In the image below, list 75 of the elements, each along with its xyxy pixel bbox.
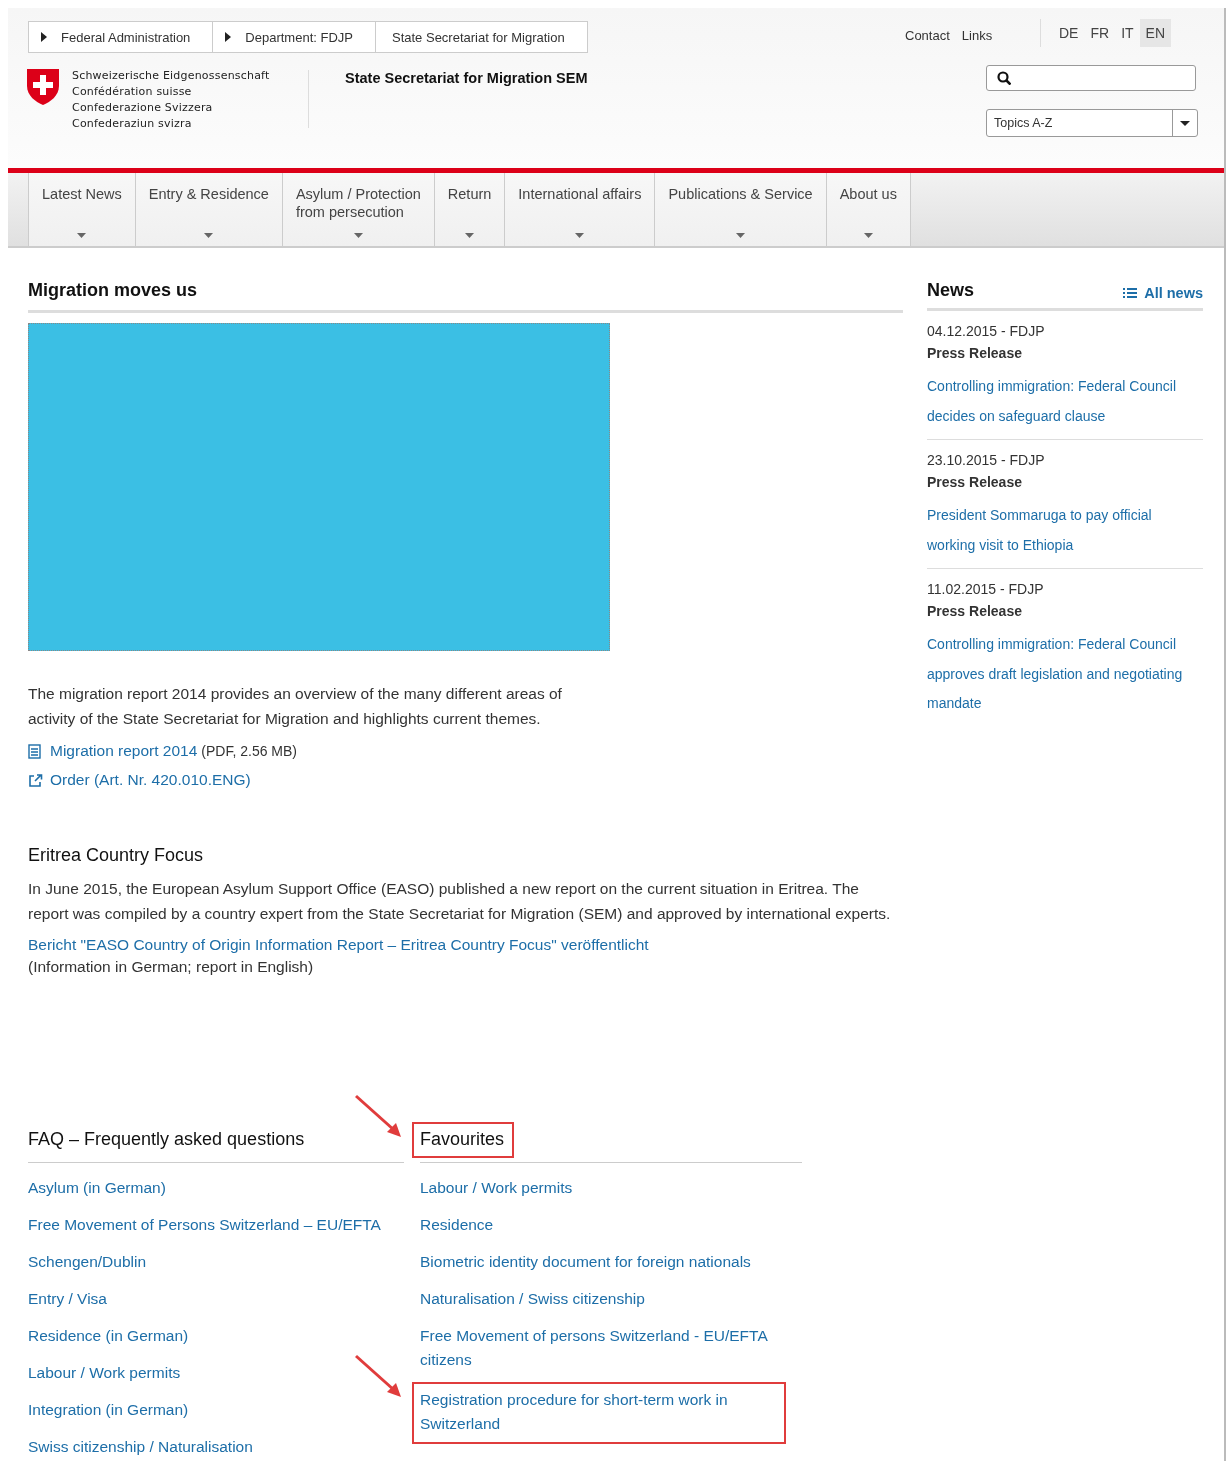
nav-menu-item[interactable]: Publications & Service: [654, 173, 826, 246]
news-type: Press Release: [927, 602, 1023, 621]
section-heading: News: [927, 280, 975, 301]
report-note: (Information in German; report in English): [28, 957, 315, 977]
language-link[interactable]: FR: [1084, 19, 1116, 47]
annotation-arrow: [354, 1354, 402, 1399]
caret-icon: [736, 233, 746, 238]
nav-menu-item[interactable]: Entry & Residence: [134, 173, 282, 246]
caret-icon: [465, 233, 475, 238]
site-title[interactable]: State Secretariat for Migration SEM: [345, 70, 588, 86]
language-link[interactable]: DE: [1053, 19, 1085, 47]
nav-menu-item[interactable]: International affairs: [504, 173, 655, 246]
service-link[interactable]: Links: [961, 28, 993, 43]
pdf-file-icon: [28, 743, 43, 759]
breadcrumb-link[interactable]: Department: FDJP: [213, 22, 376, 52]
caret-icon: [204, 233, 214, 238]
faq-link[interactable]: Swiss citizenship / Naturalisation: [28, 1435, 404, 1459]
search-field[interactable]: [986, 65, 1196, 91]
news-type: Press Release: [927, 473, 1023, 492]
news-date: 11.02.2015 - FDJP: [927, 580, 1045, 599]
nav-menu-item[interactable]: Asylum / Protection from persecution: [281, 173, 434, 246]
logo-text: Confederaziun svizra: [72, 116, 193, 132]
logo-text: Confederazione Svizzera: [72, 100, 214, 116]
faq-link[interactable]: Labour / Work permits: [28, 1361, 404, 1385]
favourite-link[interactable]: Labour / Work permits: [420, 1176, 802, 1200]
breadcrumb-link[interactable]: State Secretariat for Migration: [376, 22, 587, 52]
news-link[interactable]: Controlling immigration: Federal Council approves draft legislation and negotiating mandate: [927, 630, 1189, 719]
highlighted-heading: Favourites: [412, 1122, 515, 1158]
file-info: (PDF, 2.56 MB): [201, 743, 298, 759]
faq-link[interactable]: Residence (in German): [28, 1324, 404, 1348]
swiss-shield-logo[interactable]: [26, 68, 60, 106]
caret-icon: [77, 233, 87, 238]
news-type: Press Release: [927, 344, 1023, 363]
triangle-icon: [41, 32, 47, 42]
document-link[interactable]: Migration report 2014: [50, 742, 198, 760]
logo-text: Confédération suisse: [72, 84, 193, 100]
faq-link[interactable]: Entry / Visa: [28, 1287, 404, 1311]
favourite-link[interactable]: Naturalisation / Swiss citizenship: [420, 1287, 802, 1311]
caret-icon: [353, 233, 363, 238]
focus-paragraph: In June 2015, the European Asylum Support Office (EASO) published a new report on the current situation in Eritrea. The report was compiled by a country expert from the State Secretariat for Migration (SEM) and approved by international experts.: [28, 879, 892, 924]
logo-text: Schweizerische Eidgenossenschaft: [72, 68, 270, 84]
external-link-icon: [28, 772, 43, 788]
language-link[interactable]: EN: [1139, 19, 1172, 47]
report-link[interactable]: Bericht "EASO Country of Origin Information Report – Eritrea Country Focus" veröffentlicht: [28, 936, 649, 954]
nav-menu-item[interactable]: About us: [825, 173, 911, 246]
section-heading: Migration moves us: [28, 280, 903, 313]
favourite-link[interactable]: Free Movement of persons Switzerland - EU/EFTA citizens: [420, 1324, 802, 1372]
topics-dropdown[interactable]: Topics A-Z: [986, 109, 1198, 137]
favourite-link[interactable]: Residence: [420, 1213, 802, 1237]
faq-link[interactable]: Schengen/Dublin: [28, 1250, 404, 1274]
caret-icon: [863, 233, 873, 238]
all-news-link[interactable]: All news: [1123, 285, 1203, 301]
document-link[interactable]: Order (Art. Nr. 420.010.ENG): [50, 771, 251, 789]
caret-icon: [1180, 120, 1190, 126]
news-date: 04.12.2015 - FDJP: [927, 322, 1046, 341]
nav-menu-item[interactable]: Latest News: [28, 173, 135, 246]
faq-link[interactable]: Integration (in German): [28, 1398, 404, 1422]
news-link[interactable]: President Sommaruga to pay official working visit to Ethiopia: [927, 501, 1189, 560]
service-link[interactable]: Contact: [905, 28, 950, 43]
section-heading: Eritrea Country Focus: [28, 845, 205, 866]
news-link[interactable]: Controlling immigration: Federal Council decides on safeguard clause: [927, 372, 1189, 431]
breadcrumb-link[interactable]: Federal Administration: [29, 22, 214, 52]
triangle-icon: [225, 32, 232, 42]
faq-link[interactable]: Free Movement of Persons Switzerland – EU/EFTA: [28, 1213, 404, 1237]
favourite-link[interactable]: Biometric identity document for foreign nationals: [420, 1250, 802, 1274]
list-icon: [1123, 288, 1138, 298]
caret-icon: [575, 233, 585, 238]
language-link[interactable]: IT: [1115, 19, 1140, 47]
favourite-link[interactable]: Registration procedure for short-term work in Switzerland: [420, 1388, 770, 1436]
nav-menu-item[interactable]: Return: [433, 173, 505, 246]
search-icon: [997, 71, 1011, 85]
faq-link[interactable]: Asylum (in German): [28, 1176, 404, 1200]
annotation-arrow: [354, 1094, 402, 1139]
news-date: 23.10.2015 - FDJP: [927, 451, 1046, 470]
intro-paragraph: The migration report 2014 provides an overview of the many different areas of activity of the State Secretariat for Migration and highlights current themes.: [28, 684, 563, 729]
